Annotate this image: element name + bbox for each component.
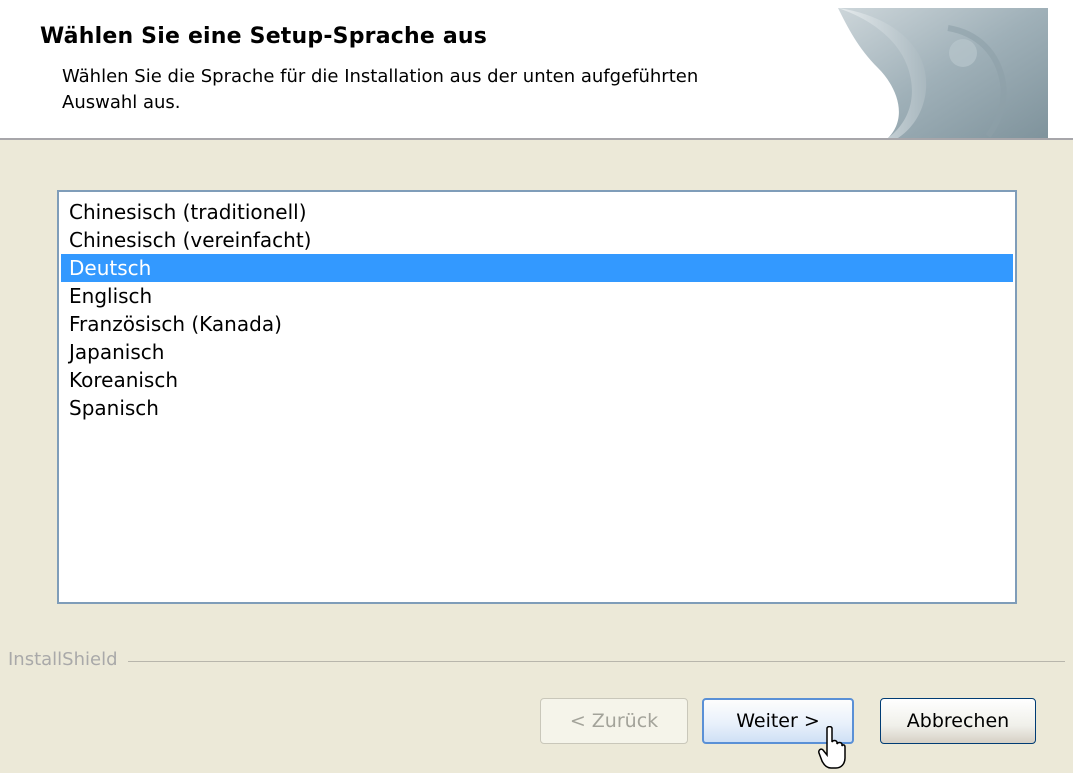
language-option[interactable]: Deutsch [61, 254, 1013, 282]
cancel-button[interactable]: Abbrechen [880, 698, 1036, 744]
page-curl-graphic-icon [838, 8, 1048, 138]
language-option[interactable]: Chinesisch (vereinfacht) [61, 226, 1013, 254]
language-option[interactable]: Spanisch [61, 394, 1013, 422]
installshield-label: InstallShield [8, 649, 128, 670]
header-panel: Wählen Sie eine Setup-Sprache aus Wählen… [0, 0, 1073, 140]
language-listbox[interactable]: Chinesisch (traditionell) Chinesisch (ver… [57, 190, 1017, 604]
back-button[interactable]: < Zurück [540, 698, 688, 744]
language-option[interactable]: Japanisch [61, 338, 1013, 366]
dialog-subtitle: Wählen Sie die Sprache für die Installat… [62, 66, 699, 113]
mouse-pointer-icon [818, 726, 846, 769]
language-option[interactable]: Englisch [61, 282, 1013, 310]
language-option[interactable]: Französisch (Kanada) [61, 310, 1013, 338]
language-option[interactable]: Chinesisch (traditionell) [61, 198, 1013, 226]
dialog-title: Wählen Sie eine Setup-Sprache aus [40, 24, 488, 49]
language-option[interactable]: Koreanisch [61, 366, 1013, 394]
branding-divider [8, 661, 1065, 662]
installshield-branding: InstallShield [8, 649, 1065, 673]
